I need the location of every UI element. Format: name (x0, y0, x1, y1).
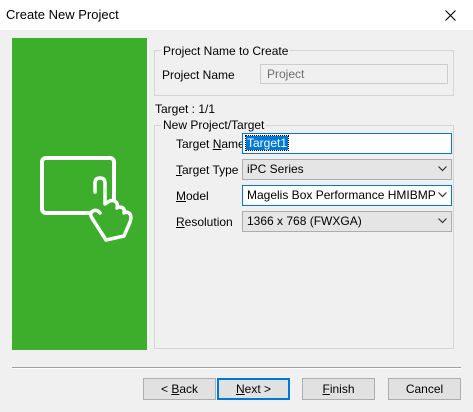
target-type-label: Target Type (176, 163, 239, 177)
next-button[interactable]: Next > (217, 378, 290, 400)
close-icon (444, 9, 456, 21)
model-label: Model (176, 189, 209, 203)
project-name-label: Project Name (162, 68, 235, 82)
target-type-value: iPC Series (247, 162, 304, 176)
chevron-down-icon (438, 218, 447, 224)
touch-screen-icon (40, 156, 133, 242)
close-button[interactable] (427, 0, 473, 30)
model-value: Magelis Box Performance HMIBMP (247, 188, 436, 202)
target-group-legend: New Project/Target (161, 118, 267, 132)
footer-divider (12, 367, 461, 369)
window-title: Create New Project (6, 7, 119, 22)
title-bar: Create New Project (0, 0, 473, 30)
target-name-input[interactable]: Target1 (242, 133, 452, 154)
cancel-button[interactable]: Cancel (388, 378, 461, 400)
target-type-select[interactable]: iPC Series (242, 159, 452, 180)
chevron-down-icon (438, 166, 447, 172)
resolution-value: 1366 x 768 (FWXGA) (247, 214, 362, 228)
resolution-select[interactable]: 1366 x 768 (FWXGA) (242, 211, 452, 232)
project-name-field: Project (260, 64, 448, 84)
finish-button[interactable]: Finish (302, 378, 375, 400)
model-select[interactable]: Magelis Box Performance HMIBMP (242, 185, 452, 206)
target-count: Target : 1/1 (155, 102, 216, 116)
project-name-value: Project (267, 67, 305, 81)
resolution-label: Resolution (176, 215, 233, 229)
back-button[interactable]: < Back (143, 378, 216, 400)
chevron-down-icon (438, 192, 447, 198)
wizard-graphic-panel (12, 38, 147, 350)
project-group-legend: Project Name to Create (161, 44, 291, 58)
target-name-label: Target Name (176, 137, 245, 151)
target-name-value: Target1 (244, 135, 290, 151)
